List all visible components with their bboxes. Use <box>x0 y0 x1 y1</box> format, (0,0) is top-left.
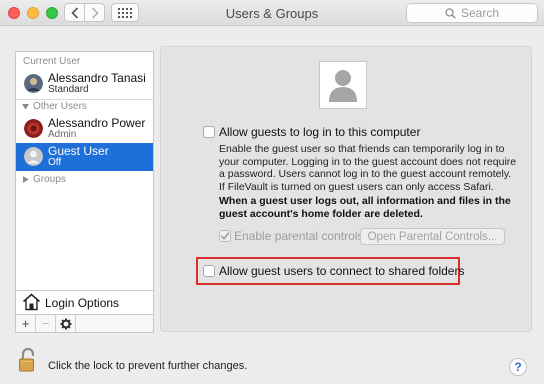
user-row-guest[interactable]: Guest User Off <box>16 143 153 171</box>
users-groups-window: Users & Groups Search Current User Aless… <box>0 0 544 384</box>
guest-avatar-picture[interactable] <box>319 61 367 109</box>
disclosure-expanded-icon[interactable] <box>22 103 30 111</box>
avatar <box>24 74 43 93</box>
avatar <box>24 119 43 138</box>
current-user-header: Current User <box>23 56 81 67</box>
sidebar-toolbar: + − <box>16 314 153 332</box>
search-placeholder: Search <box>460 6 500 20</box>
user-role: Standard <box>48 84 89 95</box>
divider <box>16 99 153 100</box>
guest-description: Enable the guest user so that friends ca… <box>219 143 517 193</box>
allow-guest-login-label: Allow guests to log in to this computer <box>219 125 421 139</box>
lock-icon[interactable] <box>18 347 38 373</box>
user-silhouette-icon <box>329 70 357 102</box>
search-field[interactable]: Search <box>406 3 538 23</box>
parental-controls-label: Enable parental controls <box>234 229 364 243</box>
disclosure-collapsed-icon[interactable] <box>22 176 30 184</box>
guest-user-settings-panel: Allow guests to log in to this computer … <box>160 46 532 332</box>
guest-avatar-icon <box>24 147 43 166</box>
login-options-label: Login Options <box>45 296 120 310</box>
login-options-row[interactable]: Login Options <box>16 290 153 314</box>
lock-message: Click the lock to prevent further change… <box>48 360 248 372</box>
add-user-button[interactable]: + <box>16 315 36 332</box>
groups-header: Groups <box>33 174 66 185</box>
remove-user-button[interactable]: − <box>36 315 56 332</box>
user-name: Alessandro Power <box>48 116 146 130</box>
action-menu-button[interactable] <box>56 315 76 332</box>
other-users-header: Other Users <box>33 101 87 112</box>
user-name: Alessandro Tanasi <box>48 71 146 85</box>
house-icon <box>23 293 40 311</box>
search-icon <box>445 7 456 19</box>
user-role: Admin <box>48 129 77 140</box>
parental-controls-checkbox[interactable] <box>219 230 231 242</box>
allow-guest-login-checkbox[interactable] <box>203 126 215 138</box>
users-sidebar: Current User Alessandro Tanasi Standard … <box>15 51 154 333</box>
checkmark-icon <box>220 232 230 241</box>
open-parental-controls-button[interactable]: Open Parental Controls... <box>360 228 505 245</box>
user-role: Off <box>48 157 62 168</box>
gear-icon <box>60 318 71 329</box>
shared-folders-label: Allow guest users to connect to shared f… <box>219 264 465 278</box>
title-bar: Users & Groups Search <box>0 0 544 26</box>
user-name: Guest User <box>48 144 109 158</box>
user-row-admin[interactable]: Alessandro Power Admin <box>16 115 153 143</box>
guest-warning: When a guest user logs out, all informat… <box>219 195 511 220</box>
help-button[interactable]: ? <box>509 358 527 376</box>
user-row-current[interactable]: Alessandro Tanasi Standard <box>16 70 153 98</box>
shared-folders-checkbox[interactable] <box>203 265 215 277</box>
